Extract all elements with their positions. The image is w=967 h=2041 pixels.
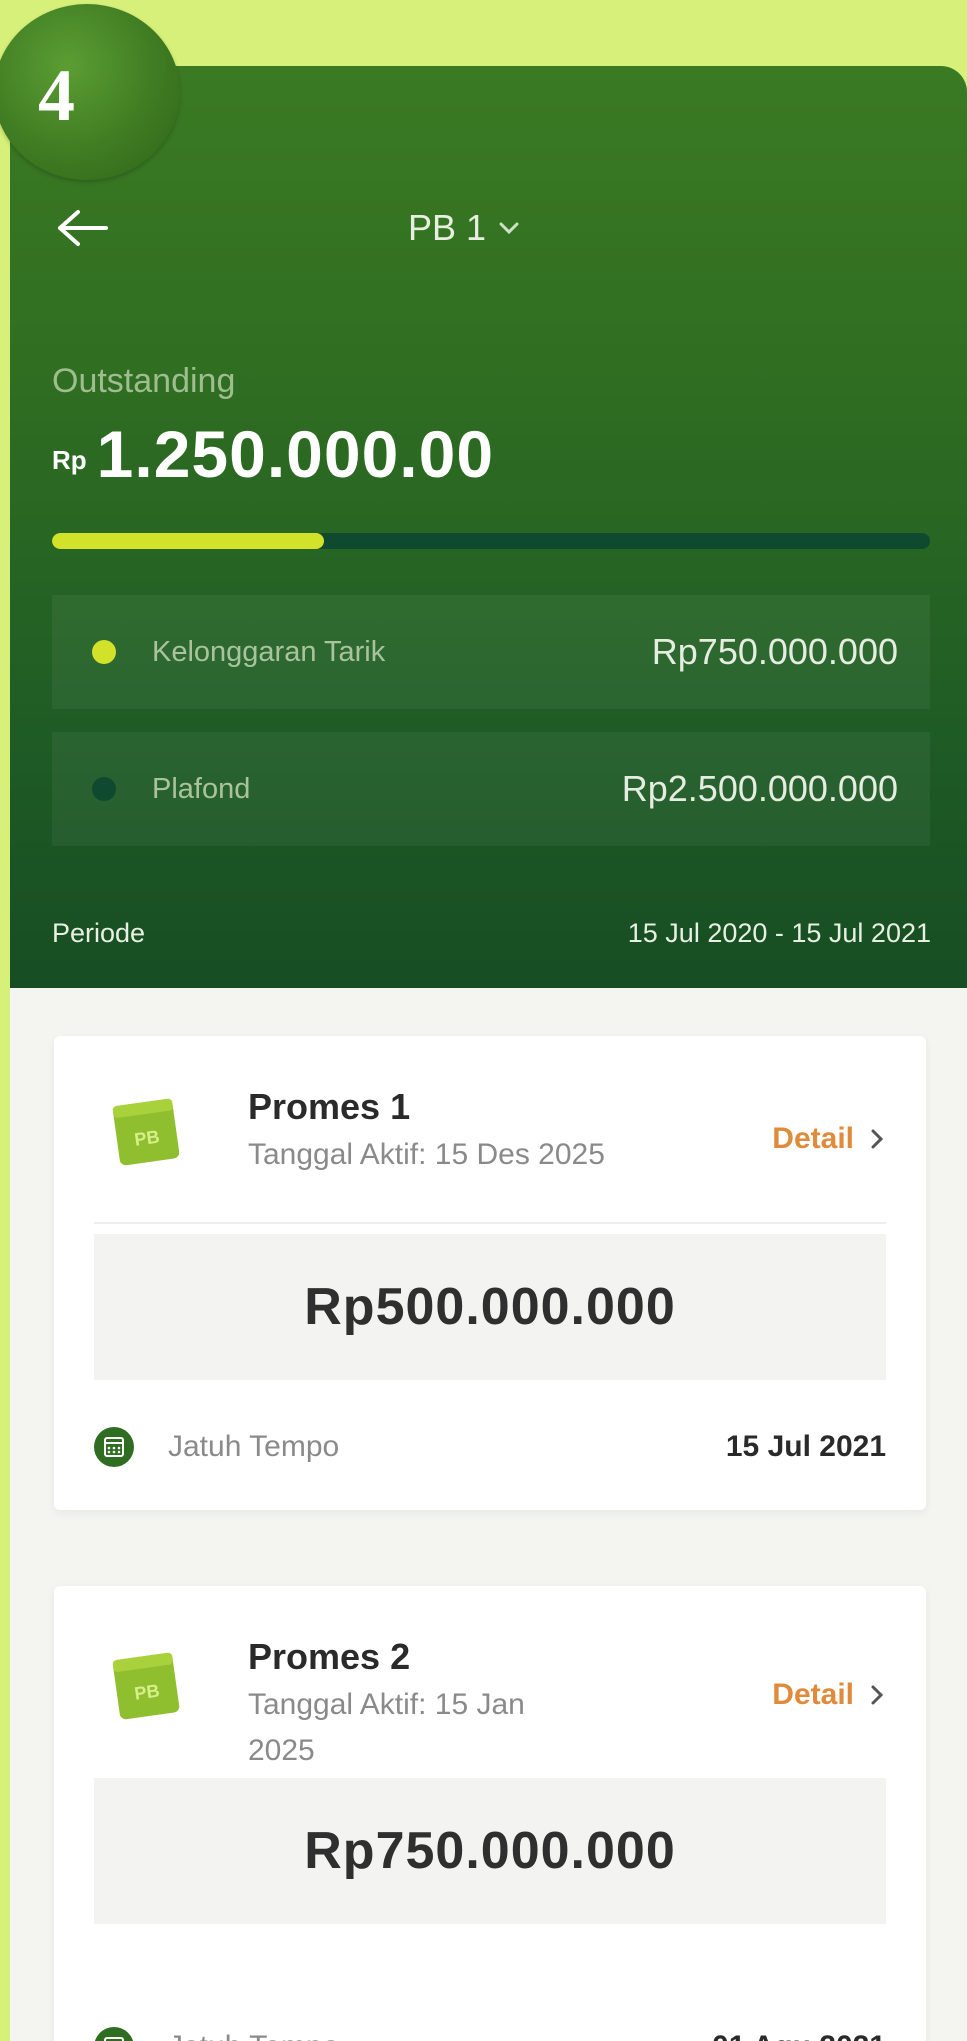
promissory-note-icon: PB <box>112 1652 180 1720</box>
currency-label: Rp <box>52 445 87 475</box>
calendar-icon <box>94 1427 134 1467</box>
account-name: PB 1 <box>408 207 487 248</box>
step-number-badge: 4 <box>0 4 180 180</box>
promes-title: Promes 1 <box>248 1086 411 1127</box>
chevron-right-icon <box>871 1685 884 1705</box>
plafond-value: Rp2.500.000.000 <box>621 768 898 809</box>
promes-card: PB Promes 1 Tanggal Aktif: 15 Des 2025 D… <box>54 1036 926 1510</box>
plafond-label: Plafond <box>152 772 251 805</box>
promes-active-date: Tanggal Aktif: 15 Jan 2025 <box>248 1688 525 1767</box>
periode-label: Periode <box>52 918 146 948</box>
usage-progress-bar <box>52 533 930 549</box>
due-date-row: Jatuh Tempo 01 Agu 2021 <box>94 2024 886 2041</box>
kelonggaran-tarik-value: Rp750.000.000 <box>651 631 898 672</box>
calendar-icon <box>94 2027 134 2041</box>
step-number: 4 <box>38 55 75 137</box>
account-selector[interactable]: PB 1 <box>408 206 520 250</box>
usage-progress-fill <box>52 533 325 549</box>
detail-link[interactable]: Detail <box>772 1122 884 1156</box>
promes-card: PB Promes 2 Tanggal Aktif: 15 Jan 2025 D… <box>54 1586 926 2041</box>
app-screen: PB 1 Outstanding Rp 1.250.000.00 Kelongg… <box>10 66 967 2041</box>
outstanding-amount: 1.250.000.00 <box>96 417 495 491</box>
detail-label: Detail <box>772 1678 854 1711</box>
promes-amount: Rp500.000.000 <box>304 1278 676 1336</box>
pb-icon-text: PB <box>133 1126 161 1149</box>
back-arrow-icon[interactable] <box>56 206 110 250</box>
kelonggaran-tarik-row: Kelonggaran Tarik Rp750.000.000 <box>52 595 930 709</box>
due-label: Jatuh Tempo <box>168 2030 712 2041</box>
legend-dot-plafond <box>92 777 116 801</box>
detail-label: Detail <box>772 1122 854 1155</box>
promes-amount-box: Rp750.000.000 <box>94 1778 886 1924</box>
outstanding-label: Outstanding <box>52 362 236 400</box>
due-date: 15 Jul 2021 <box>725 1430 886 1463</box>
legend-dot-kelonggaran <box>92 640 116 664</box>
promissory-note-icon: PB <box>112 1098 180 1166</box>
due-label: Jatuh Tempo <box>168 1430 340 1463</box>
loan-summary-header: PB 1 Outstanding Rp 1.250.000.00 Kelongg… <box>10 66 967 988</box>
promes-amount-box: Rp500.000.000 <box>94 1234 886 1380</box>
promes-amount: Rp750.000.000 <box>304 1822 676 1880</box>
promes-active-date: Tanggal Aktif: 15 Des 2025 <box>248 1138 605 1171</box>
promes-title: Promes 2 <box>248 1636 411 1677</box>
detail-link[interactable]: Detail <box>772 1678 884 1712</box>
chevron-right-icon <box>871 1129 884 1149</box>
outstanding-amount-row: Rp 1.250.000.00 <box>52 416 494 492</box>
pb-icon-text: PB <box>133 1680 161 1703</box>
due-date: 01 Agu 2021 <box>712 2030 886 2041</box>
kelonggaran-tarik-label: Kelonggaran Tarik <box>152 635 386 668</box>
card-divider <box>94 1222 886 1224</box>
periode-value: 15 Jul 2020 - 15 Jul 2021 <box>627 918 931 948</box>
plafond-row: Plafond Rp2.500.000.000 <box>52 732 930 846</box>
due-date-row: Jatuh Tempo 15 Jul 2021 <box>94 1424 886 1470</box>
chevron-down-icon <box>499 222 519 235</box>
